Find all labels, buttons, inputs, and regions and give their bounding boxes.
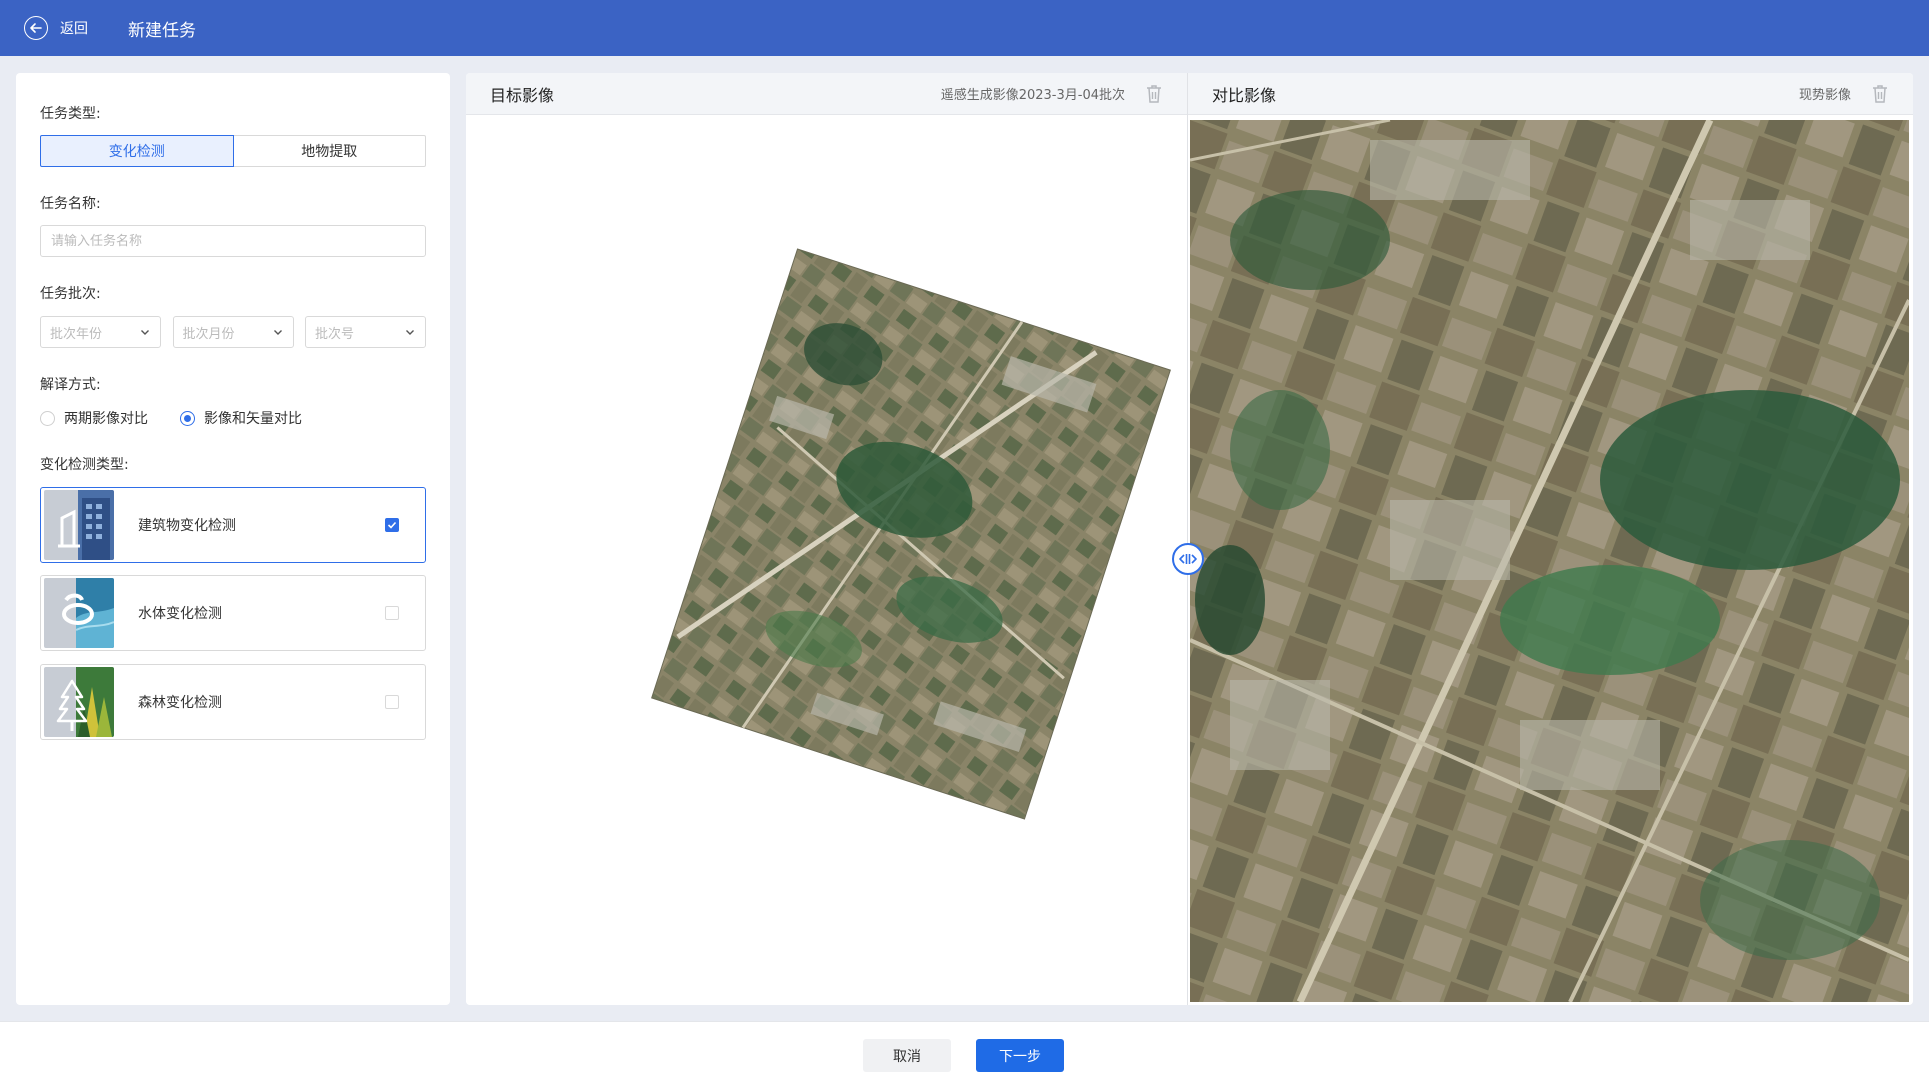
chevron-down-icon — [406, 330, 414, 335]
batch-month-placeholder: 批次月份 — [182, 326, 235, 342]
batch-number-placeholder: 批次号 — [315, 326, 355, 342]
batch-year-placeholder: 批次年份 — [50, 326, 103, 342]
task-name-label: 任务名称: — [40, 196, 101, 212]
interpret-mode-label: 解译方式: — [40, 377, 101, 393]
checkbox-checked[interactable] — [385, 518, 399, 532]
radio-label: 影像和矢量对比 — [204, 411, 302, 427]
task-batch-label: 任务批次: — [40, 286, 101, 302]
task-form-panel: 任务类型: 变化检测 地物提取 任务名称: 任务批次: 批次年份 批次月份 批次… — [16, 73, 450, 1005]
image-compare-panel: 目标影像 遥感生成影像2023-3月-04批次 对比影像 现势影像 — [466, 73, 1913, 1005]
top-bar: 返回 新建任务 — [0, 0, 1929, 56]
next-step-button[interactable]: 下一步 — [976, 1039, 1064, 1072]
compare-image-viewport[interactable] — [1190, 120, 1909, 1002]
compare-image-title: 对比影像 — [1212, 85, 1277, 105]
checkbox-unchecked[interactable] — [385, 606, 399, 620]
pane-divider — [1187, 73, 1188, 1005]
cancel-button[interactable]: 取消 — [863, 1039, 951, 1072]
footer-bar: 取消 下一步 — [0, 1021, 1929, 1086]
building-icon — [44, 490, 114, 560]
water-icon — [44, 578, 114, 648]
interpret-mode-radios: 两期影像对比 影像和矢量对比 — [40, 408, 334, 428]
compare-image-header: 对比影像 现势影像 — [1188, 73, 1913, 115]
task-type-change-detection[interactable]: 变化检测 — [40, 135, 234, 167]
drag-handle-icon — [1179, 554, 1197, 564]
target-image-viewport[interactable] — [466, 116, 1187, 1005]
task-type-segmented: 变化检测 地物提取 — [40, 135, 426, 167]
chevron-down-icon — [273, 330, 282, 335]
task-batch-selects: 批次年份 批次月份 批次号 — [40, 316, 426, 348]
back-button[interactable]: 返回 — [24, 16, 88, 40]
target-image-header: 目标影像 遥感生成影像2023-3月-04批次 — [466, 73, 1187, 115]
detection-card-building[interactable]: 建筑物变化检测 — [40, 487, 426, 563]
detection-card-forest[interactable]: 森林变化检测 — [40, 664, 426, 740]
back-label: 返回 — [60, 21, 88, 37]
target-image-name: 遥感生成影像2023-3月-04批次 — [940, 88, 1125, 103]
target-image-title: 目标影像 — [490, 85, 555, 105]
radio-two-period-compare[interactable]: 两期影像对比 — [40, 408, 148, 428]
task-name-input[interactable] — [40, 225, 426, 257]
detection-card-water[interactable]: 水体变化检测 — [40, 575, 426, 651]
trash-icon[interactable] — [1871, 84, 1889, 104]
batch-number-select[interactable]: 批次号 — [305, 316, 426, 348]
chevron-down-icon — [141, 330, 149, 335]
compare-satellite-image — [1190, 120, 1909, 1002]
task-type-feature-extraction[interactable]: 地物提取 — [233, 135, 426, 167]
arrow-left-icon — [24, 16, 48, 40]
batch-month-select[interactable]: 批次月份 — [172, 316, 294, 348]
detection-label: 水体变化检测 — [138, 606, 222, 622]
task-type-label: 任务类型: — [40, 106, 101, 122]
detection-label: 建筑物变化检测 — [138, 518, 236, 534]
batch-year-select[interactable]: 批次年份 — [40, 316, 161, 348]
radio-image-vector-compare[interactable]: 影像和矢量对比 — [180, 408, 302, 428]
trash-icon[interactable] — [1145, 84, 1163, 104]
page-title: 新建任务 — [128, 20, 196, 41]
radio-circle-selected — [180, 410, 195, 426]
target-satellite-image — [651, 248, 1171, 820]
checkbox-unchecked[interactable] — [385, 695, 399, 709]
split-slider-handle[interactable] — [1172, 543, 1204, 575]
radio-circle — [40, 410, 55, 426]
radio-label: 两期影像对比 — [64, 411, 148, 427]
compare-image-name: 现势影像 — [1798, 88, 1851, 103]
detection-label: 森林变化检测 — [138, 695, 222, 711]
detection-type-label: 变化检测类型: — [40, 457, 129, 473]
forest-icon — [44, 667, 114, 737]
